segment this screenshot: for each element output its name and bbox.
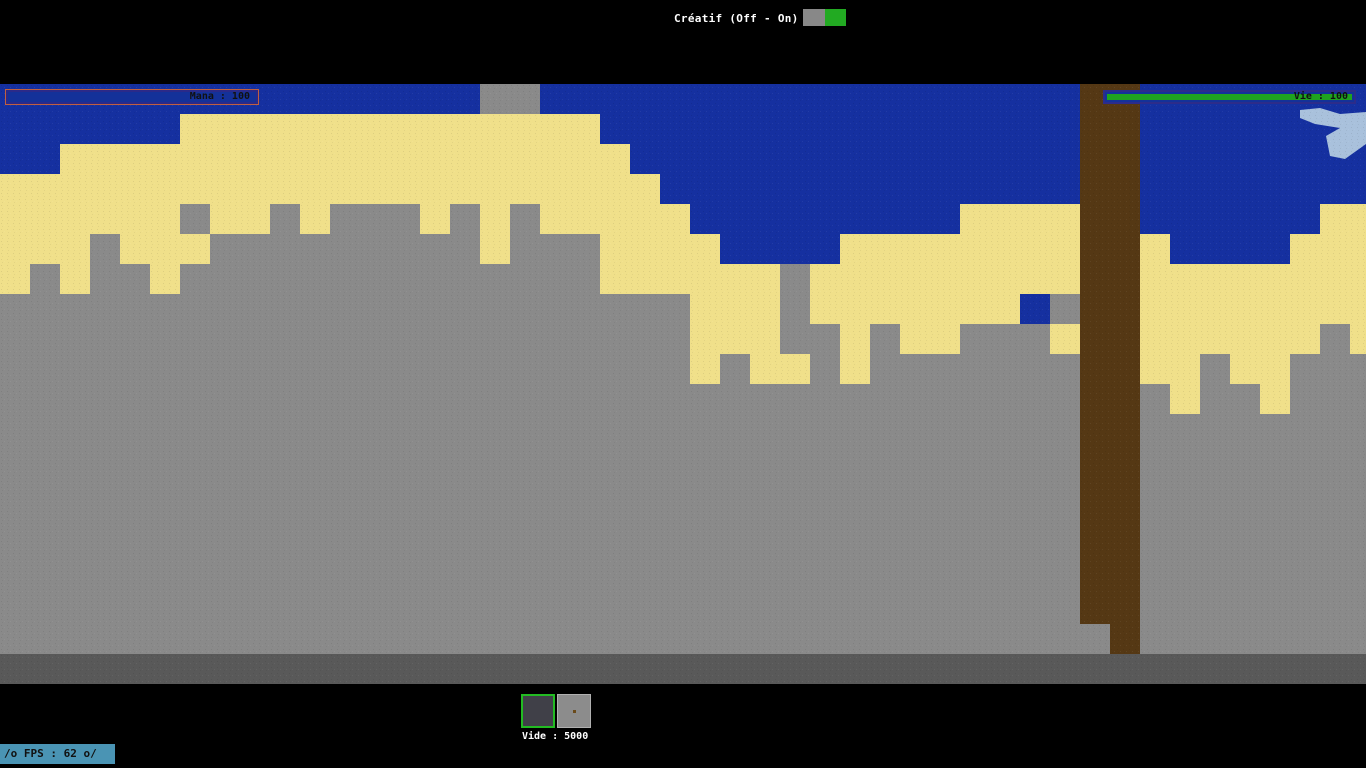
hotbar-slot-2[interactable] <box>557 694 591 728</box>
item-icon <box>573 710 576 713</box>
creative-mode-toggle[interactable] <box>803 9 846 26</box>
fps-counter: /o FPS : 62 o/ <box>0 744 115 764</box>
creative-mode-label: Créatif (Off - On) <box>674 12 799 25</box>
life-bar: Vie : 100 <box>1103 90 1356 104</box>
toggle-off-segment[interactable] <box>803 9 825 26</box>
game-world[interactable] <box>0 84 1366 684</box>
terrain-canvas <box>0 84 1366 684</box>
texture-overlay <box>0 84 1366 684</box>
life-label: Vie : 100 <box>1293 91 1348 102</box>
top-bar: Créatif (Off - On) <box>0 0 1366 84</box>
toggle-on-segment[interactable] <box>825 9 846 26</box>
mana-label: Mana : 100 <box>189 91 250 102</box>
selected-item-label: Vide : 5000 <box>522 731 589 742</box>
hotbar-slot-selected[interactable] <box>521 694 555 728</box>
mana-bar: Mana : 100 <box>5 89 259 105</box>
